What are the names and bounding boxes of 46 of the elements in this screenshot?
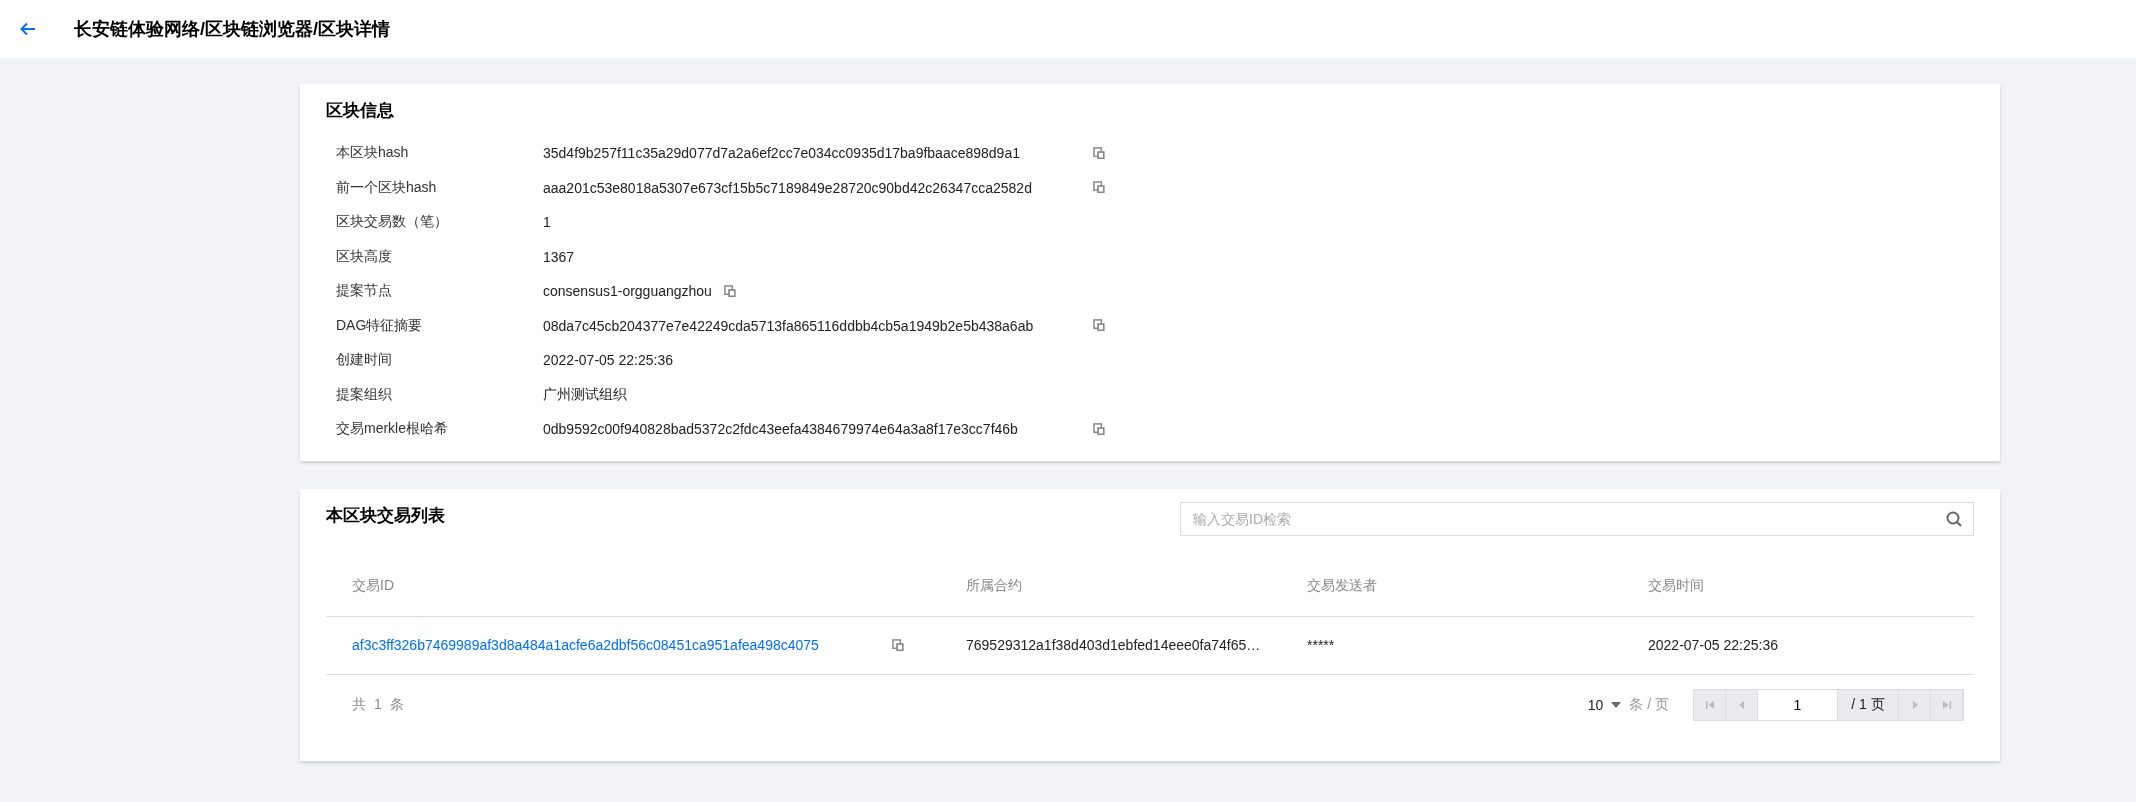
- column-header: 所属合约: [966, 576, 1023, 595]
- page-size-select[interactable]: 10: [1587, 696, 1622, 713]
- copy-icon[interactable]: [1093, 319, 1106, 333]
- copy-icon[interactable]: [723, 284, 737, 298]
- field-value: 1: [543, 214, 552, 231]
- section-title: 区块信息: [326, 100, 395, 122]
- column-header: 交易时间: [1648, 576, 1704, 595]
- field-label: 交易merkle根哈希: [336, 420, 449, 439]
- field-label: 本区块hash: [336, 144, 410, 163]
- search-field[interactable]: 输入交易ID检索: [1180, 501, 1974, 536]
- caret-icon: [1611, 701, 1622, 708]
- field-value: 35d4f9b257f11c35a29d077d7a2a6ef2cc7e034cc0935d17ba9fbaace898d9a1: [543, 145, 1021, 162]
- copy-icon[interactable]: [1093, 422, 1106, 436]
- field-value: aaa201c53e8018a5307e673cf15b5c7189849e28720c90bd42c26347cca2582d: [543, 179, 1033, 196]
- field-value: 广州测试组织: [543, 385, 628, 404]
- field-label: 区块交易数（笔）: [336, 213, 449, 232]
- page-input[interactable]: 1: [1758, 689, 1838, 720]
- field-value: 0db9592c00f940828bad5372c2fdc43eefa4384679974e64a3a8f17e3cc7f46b: [543, 421, 1019, 438]
- table-cell-text: 769529312a1f38d403d1ebfed14eee0fa74f65…: [966, 637, 1262, 653]
- total-label: 条: [389, 695, 404, 714]
- column-header: 交易ID: [352, 576, 395, 595]
- field-label: 提案组织: [336, 385, 393, 404]
- table-cell-text: *****: [1307, 637, 1336, 653]
- table-cell: 2022-07-05 22:25:36: [1648, 637, 1778, 653]
- field-label: 前一个区块hash: [336, 178, 438, 197]
- field-value: 2022-07-05 22:25:36: [543, 352, 674, 369]
- page-size-unit: 条 / 页: [1629, 695, 1669, 714]
- field-label: 提案节点: [336, 282, 393, 301]
- field-label: 创建时间: [336, 351, 393, 370]
- total-count: 1: [374, 695, 382, 714]
- transaction-id-link[interactable]: af3c3ff326b7469989af3d8a484a1acfe6a2dbf56c08451ca951afea498c4075: [352, 637, 892, 653]
- field-label: 区块高度: [336, 247, 393, 266]
- copy-icon[interactable]: [892, 638, 905, 652]
- search-icon[interactable]: [1946, 510, 1962, 527]
- page-total: / 1 页: [1838, 689, 1899, 720]
- field-value: consensus1-orgguangzhou: [543, 283, 712, 300]
- back-arrow-icon[interactable]: [20, 22, 36, 36]
- section-title: 本区块交易列表: [326, 504, 445, 527]
- page-title: 长安链体验网络/区块链浏览器/区块详情: [74, 18, 390, 41]
- field-value: 08da7c45cb204377e7e42249cda5713fa865116ddbb4cb5a1949b2e5b438a6ab: [543, 317, 1035, 334]
- copy-icon[interactable]: [1093, 146, 1106, 160]
- field-value: 1367: [543, 248, 576, 265]
- total-label: 共: [352, 695, 366, 714]
- copy-icon[interactable]: [1093, 181, 1106, 195]
- field-label: DAG特征摘要: [336, 316, 424, 335]
- column-header: 交易发送者: [1307, 576, 1378, 595]
